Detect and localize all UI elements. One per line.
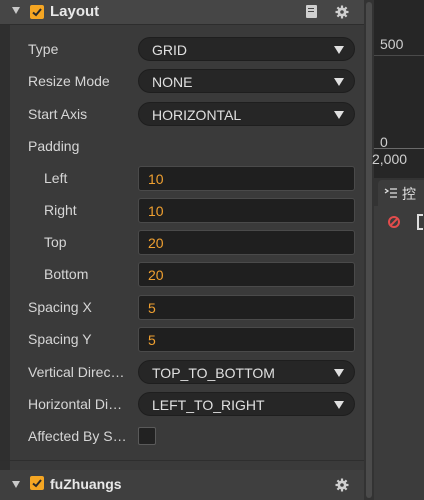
padding-right-value: 10 [148,203,164,219]
horizontal-direction-value: LEFT_TO_RIGHT [152,397,265,413]
padding-left-value: 10 [148,171,164,187]
spacing-x-label: Spacing X [28,299,92,315]
dropdown-arrow-icon [334,369,344,377]
vertical-direction-select[interactable]: TOP_TO_BOTTOM [138,360,355,384]
next-component-header[interactable]: fuZhuangs [0,470,364,500]
spacing-y-value: 5 [148,332,156,348]
spacing-x-value: 5 [148,300,156,316]
bracket-icon[interactable] [417,214,423,230]
padding-bottom-value: 20 [148,267,164,283]
next-component-enabled-checkbox[interactable] [30,476,44,490]
padding-left-input[interactable]: 10 [138,166,355,191]
affected-by-scale-checkbox[interactable] [138,427,156,445]
inspector-scrollbar-thumb[interactable] [366,2,372,498]
spacing-y-label: Spacing Y [28,331,92,347]
affected-by-scale-label: Affected By S… [28,428,127,444]
graph-gridline [374,55,424,56]
checkmark-icon [32,479,42,488]
console-list-icon [384,188,397,198]
padding-right-input[interactable]: 10 [138,198,355,223]
checkmark-icon [32,8,42,17]
component-title: Layout [50,3,100,20]
collapse-triangle-icon[interactable] [12,7,20,14]
padding-bottom-label: Bottom [44,266,89,282]
spacing-x-input[interactable]: 5 [138,295,355,320]
collapse-triangle-icon[interactable] [12,481,20,488]
next-component-title: fuZhuangs [50,476,122,492]
type-label: Type [28,41,59,57]
start-axis-select[interactable]: HORIZONTAL [138,102,355,126]
indent-gutter [0,24,10,500]
section-divider [0,460,364,461]
spacing-y-input[interactable]: 5 [138,327,355,352]
help-book-icon[interactable] [306,5,317,18]
resize-mode-select[interactable]: NONE [138,69,355,93]
padding-bottom-input[interactable]: 20 [138,262,355,287]
dropdown-arrow-icon [334,111,344,119]
console-content [374,206,424,500]
graph-value-zero: 0 [380,134,388,150]
vertical-direction-label: Vertical Direc… [28,364,125,380]
padding-left-label: Left [44,170,68,186]
component-header[interactable]: Layout [0,0,364,25]
gear-icon[interactable] [335,5,349,19]
padding-top-value: 20 [148,235,164,251]
graph-value-top: 500 [380,36,404,52]
dropdown-arrow-icon [334,78,344,86]
dropdown-arrow-icon [334,401,344,409]
resize-mode-value: NONE [152,74,193,90]
padding-top-label: Top [44,234,67,250]
component-enabled-checkbox[interactable] [30,5,44,19]
horizontal-direction-select[interactable]: LEFT_TO_RIGHT [138,392,355,416]
dropdown-arrow-icon [334,46,344,54]
resize-mode-label: Resize Mode [28,73,110,89]
start-axis-label: Start Axis [28,106,88,122]
type-select[interactable]: GRID [138,37,355,61]
console-tab-label: 控 [402,187,416,203]
vertical-direction-value: TOP_TO_BOTTOM [152,365,275,381]
type-value: GRID [152,42,187,58]
padding-label: Padding [28,138,80,154]
gear-icon[interactable] [335,478,349,492]
console-tab[interactable]: 控 [378,180,424,206]
padding-top-input[interactable]: 20 [138,230,355,255]
start-axis-value: HORIZONTAL [152,107,242,123]
padding-right-label: Right [44,202,77,218]
graph-value-x: 2,000 [372,151,408,167]
horizontal-direction-label: Horizontal Di… [28,396,123,412]
clear-ban-icon[interactable] [388,216,400,228]
